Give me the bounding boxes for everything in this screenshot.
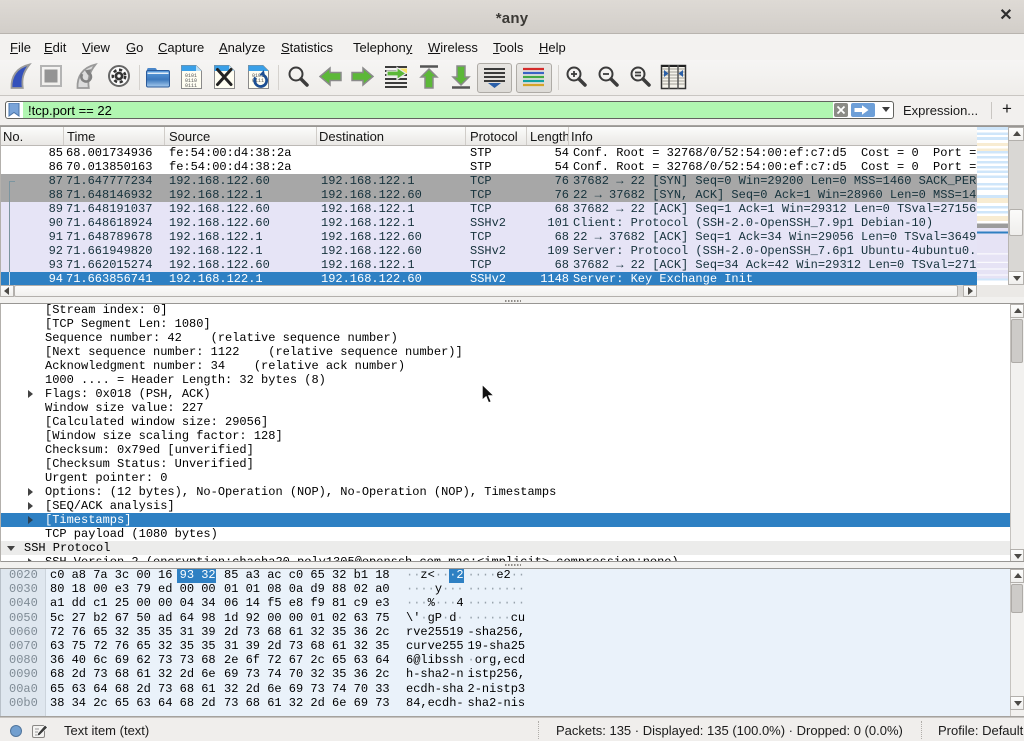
svg-text:0111: 0111 xyxy=(185,83,197,89)
